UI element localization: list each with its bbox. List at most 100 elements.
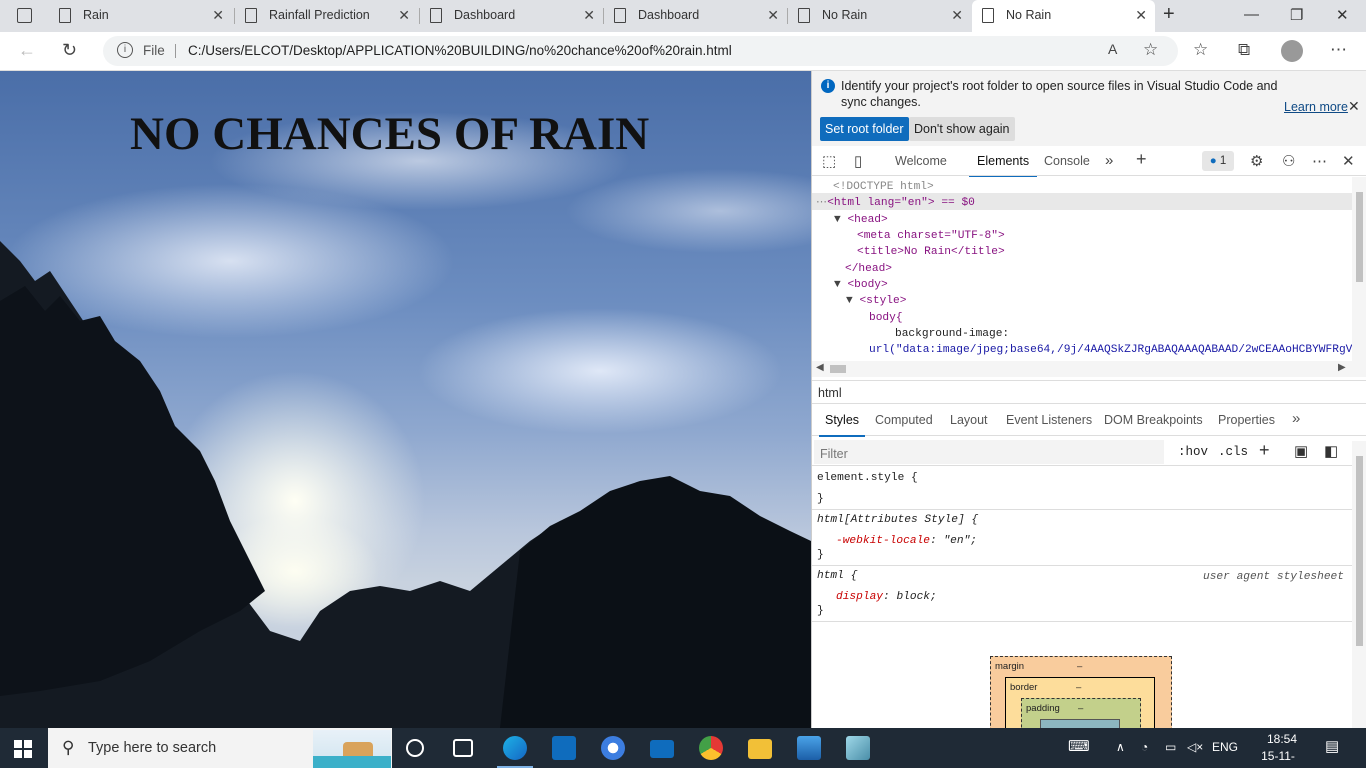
issues-badge[interactable]: ● 1 [1202, 151, 1234, 171]
collections-icon[interactable]: ⧉ [1238, 40, 1250, 60]
back-icon[interactable]: ← [18, 40, 36, 61]
tab-dom-breakpoints[interactable]: DOM Breakpoints [1104, 413, 1203, 427]
filter-input[interactable]: Filter [814, 440, 1164, 464]
tab-properties[interactable]: Properties [1218, 413, 1275, 427]
dom-line-selected[interactable]: ⋯<html lang="en"> == $0 [816, 195, 975, 211]
dom-more-icon[interactable]: ⋯ [816, 197, 827, 209]
chrome-app-icon[interactable] [699, 736, 723, 760]
app-icon[interactable] [846, 736, 870, 760]
tab-welcome[interactable]: Welcome [895, 154, 947, 168]
language-indicator[interactable]: ENG [1212, 740, 1238, 754]
tab-rainfall-prediction[interactable]: Rainfall Prediction ✕ [235, 0, 418, 32]
dom-line[interactable]: <title>No Rain</title> [857, 244, 1005, 260]
tab-no-rain-1[interactable]: No Rain ✕ [788, 0, 971, 32]
url-text[interactable]: C:/Users/ELCOT/Desktop/APPLICATION%20BUI… [188, 43, 732, 58]
photos-app-icon[interactable] [797, 736, 821, 760]
dom-line[interactable]: ▼ <head> [834, 212, 888, 228]
tab-event-listeners[interactable]: Event Listeners [1006, 413, 1092, 427]
new-rule-icon[interactable]: + [1259, 440, 1270, 461]
customize-icon[interactable]: ⚇ [1282, 152, 1295, 170]
tab-elements[interactable]: Elements [968, 154, 1038, 178]
css-declaration[interactable]: display: block; [836, 591, 937, 603]
tab-styles[interactable]: Styles [818, 413, 866, 437]
css-declaration[interactable]: -webkit-locale: "en"; [836, 535, 977, 547]
new-tab-icon[interactable]: + [1163, 3, 1175, 26]
tab-actions-icon[interactable] [17, 8, 32, 23]
dom-line[interactable]: </head> [845, 261, 892, 277]
tab-close-icon[interactable]: ✕ [1135, 7, 1147, 24]
mail-app-icon[interactable] [650, 740, 674, 758]
cls-toggle[interactable]: .cls [1218, 445, 1248, 459]
dom-line[interactable]: <!DOCTYPE html> [833, 179, 934, 195]
tab-console[interactable]: Console [1044, 154, 1090, 168]
taskbar-search[interactable]: ⚲ Type here to search [48, 728, 392, 768]
dom-line[interactable]: ▼ <style> [846, 293, 906, 309]
devtools-more-icon[interactable]: ⋯ [1312, 152, 1327, 170]
minimize-icon[interactable]: — [1244, 6, 1259, 23]
infobar-close-icon[interactable]: ✕ [1348, 98, 1360, 115]
tab-close-icon[interactable]: ✕ [583, 7, 595, 24]
paint-icon[interactable]: ▣ [1294, 442, 1308, 460]
network-icon[interactable]: ◔ [1141, 740, 1148, 754]
expand-triangle-icon[interactable]: ▼ [834, 214, 841, 226]
notifications-icon[interactable]: ▤ [1325, 737, 1339, 755]
keyboard-icon[interactable]: ⌨ [1068, 737, 1090, 755]
cortana-icon[interactable] [406, 739, 424, 757]
favorites-icon[interactable]: ☆ [1193, 40, 1208, 60]
tab-dashboard-1[interactable]: Dashboard ✕ [420, 0, 603, 32]
chrome-blue-app-icon[interactable] [601, 736, 625, 760]
read-aloud-icon[interactable]: A [1108, 41, 1117, 57]
expand-triangle-icon[interactable]: ▼ [834, 279, 841, 291]
system-clock[interactable]: 18:54 15-11-2022 [1261, 731, 1302, 782]
dont-show-again-button[interactable]: Don't show again [909, 117, 1015, 141]
tab-layout[interactable]: Layout [950, 413, 988, 427]
store-app-icon[interactable] [552, 736, 576, 760]
info-icon[interactable]: i [117, 42, 133, 58]
battery-icon[interactable]: ▭ [1165, 740, 1176, 754]
breadcrumb-html[interactable]: html [818, 386, 842, 400]
settings-gear-icon[interactable]: ⚙ [1250, 152, 1263, 170]
edge-app-icon[interactable] [497, 736, 533, 768]
file-explorer-icon[interactable] [748, 739, 772, 759]
tab-close-icon[interactable]: ✕ [212, 7, 224, 24]
tab-close-icon[interactable]: ✕ [398, 7, 410, 24]
scroll-right-icon[interactable]: ▶ [1338, 362, 1346, 373]
tab-rain[interactable]: Rain ✕ [49, 0, 232, 32]
dom-horizontal-scrollbar[interactable]: ◀ ▶ [812, 361, 1352, 377]
scroll-thumb[interactable] [1356, 456, 1363, 646]
tab-close-icon[interactable]: ✕ [951, 7, 963, 24]
tab-no-rain-2[interactable]: No Rain ✕ [972, 0, 1155, 32]
tab-close-icon[interactable]: ✕ [767, 7, 779, 24]
refresh-icon[interactable]: ↻ [62, 40, 77, 61]
show-hidden-icons-icon[interactable]: ∧ [1116, 740, 1125, 754]
expand-triangle-icon[interactable]: ▼ [846, 295, 853, 307]
dom-line[interactable]: url("data:image/jpeg;base64,/9j/4AAQSkZJ… [869, 342, 1352, 358]
dom-scrollbar[interactable] [1352, 177, 1366, 377]
profile-avatar[interactable] [1281, 40, 1303, 62]
dom-line[interactable]: <meta charset="UTF-8"> [857, 228, 1005, 244]
tab-dashboard-2[interactable]: Dashboard ✕ [604, 0, 787, 32]
dom-line[interactable]: ▼ <body> [834, 277, 888, 293]
task-view-icon[interactable] [453, 739, 473, 757]
styles-scrollbar[interactable] [1352, 441, 1366, 728]
learn-more-link[interactable]: Learn more [1284, 100, 1348, 114]
dom-line[interactable]: body{ [869, 310, 903, 326]
tab-computed[interactable]: Computed [875, 413, 933, 427]
element-style-selector[interactable]: element.style { [817, 472, 918, 484]
set-root-folder-button[interactable]: Set root folder [820, 117, 909, 141]
more-tabs-icon[interactable]: » [1292, 410, 1300, 427]
close-window-icon[interactable]: ✕ [1336, 6, 1349, 24]
more-tabs-icon[interactable]: » [1105, 152, 1113, 169]
inspect-element-icon[interactable]: ⬚ [822, 152, 836, 170]
sidebar-toggle-icon[interactable]: ◧ [1324, 442, 1338, 460]
add-tab-icon[interactable]: + [1136, 149, 1147, 170]
scroll-thumb[interactable] [1356, 192, 1363, 282]
scroll-thumb[interactable] [830, 365, 846, 373]
scroll-left-icon[interactable]: ◀ [816, 362, 824, 373]
dom-line[interactable]: background-image: [895, 326, 1009, 342]
devtools-close-icon[interactable]: ✕ [1342, 152, 1355, 170]
windows-start-icon[interactable] [14, 740, 32, 758]
address-bar[interactable]: i File C:/Users/ELCOT/Desktop/APPLICATIO… [103, 36, 1178, 66]
device-emulation-icon[interactable]: ▯ [854, 152, 862, 170]
add-favorite-icon[interactable]: ☆ [1143, 40, 1158, 60]
